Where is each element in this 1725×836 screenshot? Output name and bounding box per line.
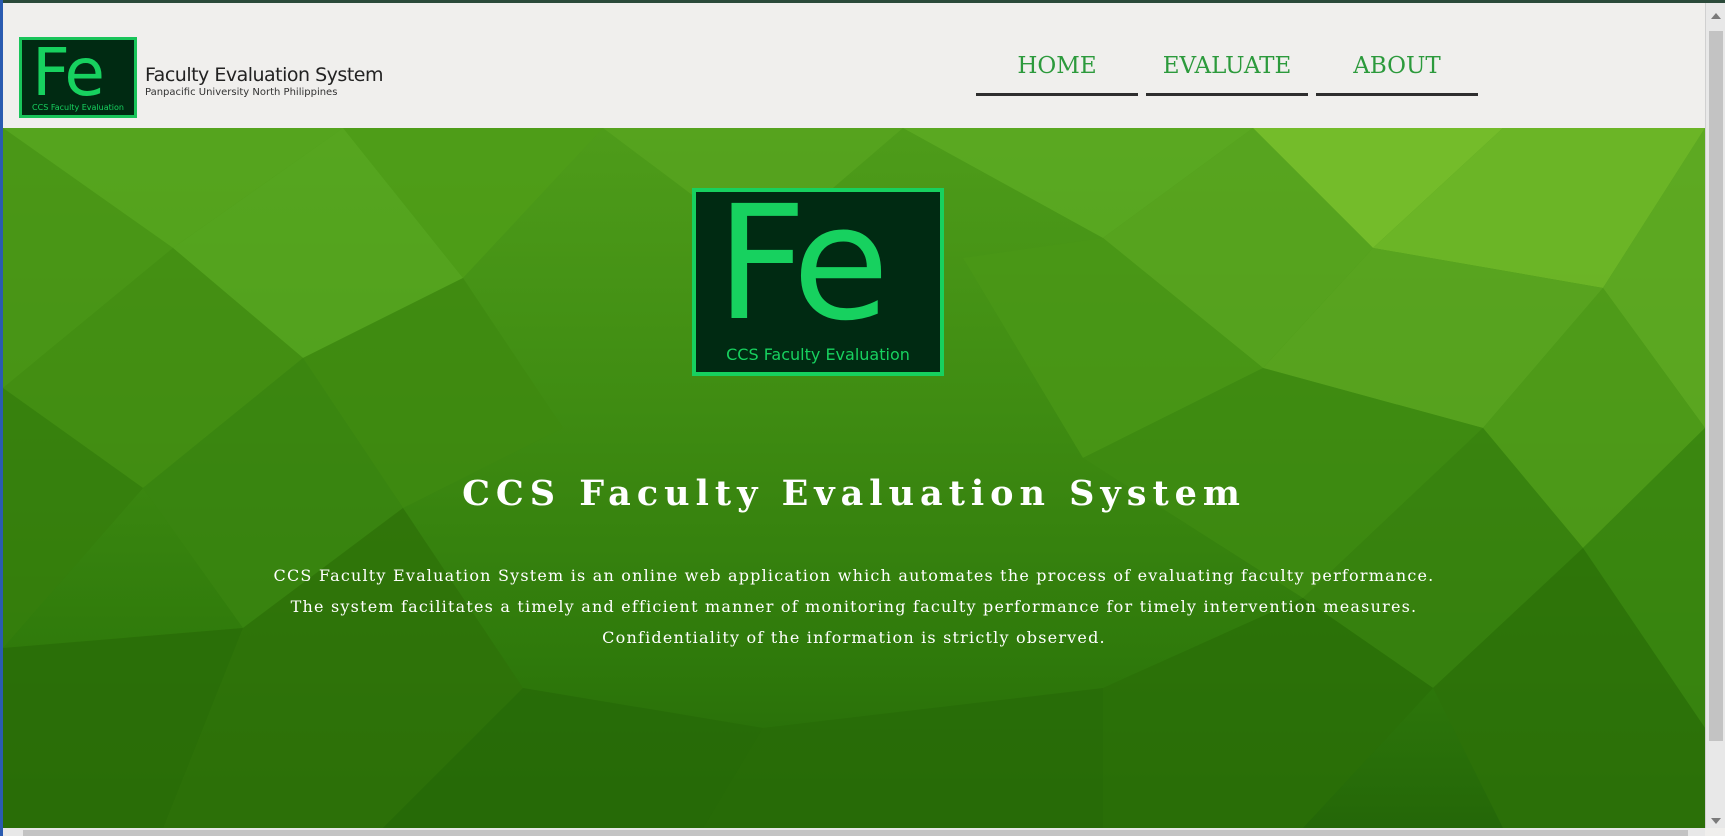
hero-description-line-1: CCS Faculty Evaluation System is an onli… — [273, 566, 1435, 585]
nav-home-link[interactable]: HOME — [976, 51, 1138, 96]
hero-logo: Fe CCS Faculty Evaluation — [692, 172, 944, 376]
nav-about-link[interactable]: ABOUT — [1316, 51, 1478, 96]
scroll-up-arrow-icon[interactable] — [1711, 13, 1721, 19]
hero-logo-text: Fe — [716, 172, 889, 356]
nav-evaluate-link[interactable]: EVALUATE — [1146, 51, 1308, 96]
brand-text: Faculty Evaluation System Panpacific Uni… — [145, 64, 383, 98]
scroll-down-arrow-icon[interactable] — [1711, 818, 1721, 824]
main-nav: HOME EVALUATE ABOUT — [976, 51, 1478, 96]
hero-section: Fe CCS Faculty Evaluation CCS Faculty Ev… — [3, 128, 1705, 828]
hero-description: CCS Faculty Evaluation System is an onli… — [3, 560, 1705, 653]
hero-description-line-3: Confidentiality of the information is st… — [602, 628, 1106, 647]
brand-subtitle: Panpacific University North Philippines — [145, 86, 338, 98]
hero-description-line-2: The system facilitates a timely and effi… — [290, 597, 1418, 616]
header-logo-caption: CCS Faculty Evaluation — [32, 103, 124, 112]
site-header: Fe CCS Faculty Evaluation Faculty Evalua… — [3, 3, 1705, 128]
vertical-scrollbar-thumb[interactable] — [1709, 31, 1723, 741]
brand-title: Faculty Evaluation System — [145, 63, 383, 86]
hero-logo-caption: CCS Faculty Evaluation — [726, 345, 910, 364]
brand[interactable]: Fe CCS Faculty Evaluation Faculty Evalua… — [19, 34, 383, 118]
hero-title: CCS Faculty Evaluation System — [462, 473, 1246, 514]
horizontal-scrollbar-thumb[interactable] — [23, 830, 1688, 836]
header-logo-text: Fe — [32, 34, 105, 111]
vertical-scrollbar[interactable] — [1705, 3, 1725, 828]
horizontal-scrollbar[interactable] — [3, 828, 1705, 836]
header-logo[interactable]: Fe CCS Faculty Evaluation — [19, 34, 137, 118]
